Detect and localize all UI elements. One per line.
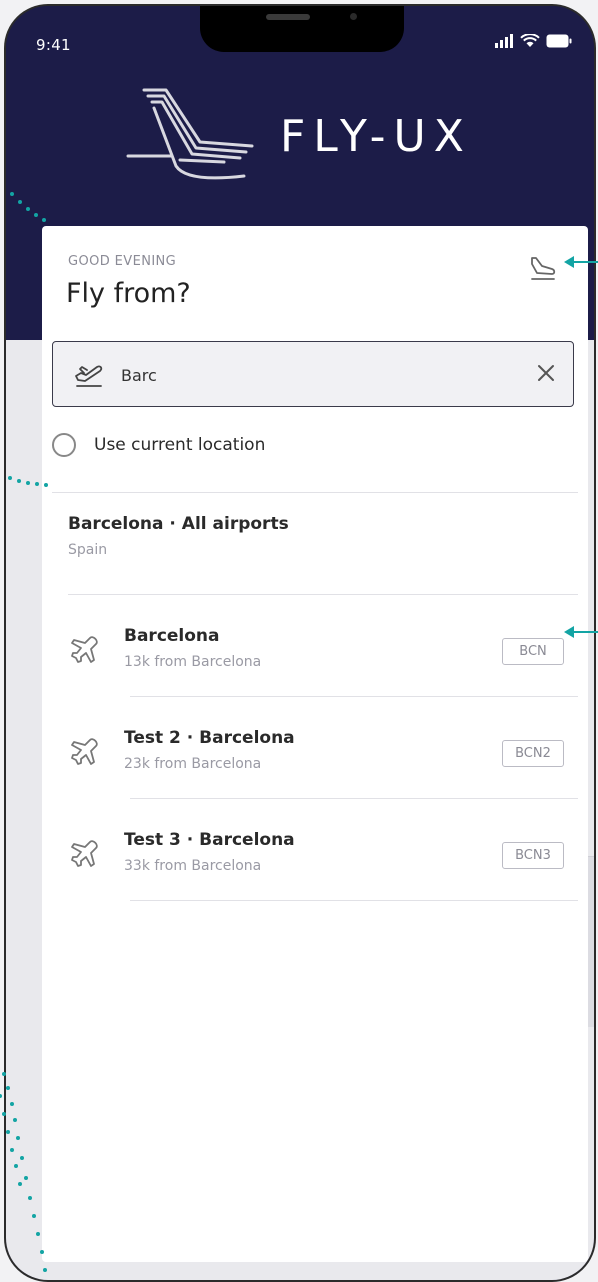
camera [350, 13, 357, 20]
signal-icon [495, 34, 513, 48]
airport-item[interactable]: Barcelona 13k from Barcelona BCN [42, 608, 588, 696]
airport-item[interactable]: Test 3 · Barcelona 33k from Barcelona BC… [42, 812, 588, 900]
airport-item[interactable]: Test 2 · Barcelona 23k from Barcelona BC… [42, 710, 588, 798]
search-field[interactable] [52, 341, 574, 407]
divider [52, 492, 578, 493]
notch [200, 6, 404, 52]
status-icons [494, 34, 572, 48]
divider [130, 798, 578, 799]
plane-takeoff-icon [75, 365, 103, 387]
annotation-arrow-icon [564, 626, 598, 638]
speaker [266, 14, 310, 20]
brand-name: FLY-UX [280, 110, 472, 162]
use-current-location-option[interactable]: Use current location [52, 433, 265, 457]
annotation-dots-middle [8, 476, 48, 487]
airport-name: Barcelona [124, 626, 220, 646]
airport-distance: 33k from Barcelona [124, 858, 262, 874]
airport-distance: 23k from Barcelona [124, 756, 262, 772]
search-card: GOOD EVENING Fly from? Barc Use current … [42, 226, 588, 1262]
annotation-arrow-icon [564, 256, 598, 268]
airport-code-badge: BCN2 [502, 740, 564, 767]
use-current-location-label: Use current location [94, 435, 266, 455]
country-name: Spain [68, 542, 108, 558]
airport-distance: 13k from Barcelona [124, 654, 262, 670]
greeting-text: GOOD EVENING [68, 254, 177, 269]
airplane-tail-logo-icon [126, 88, 254, 180]
annotation-dots-top [10, 192, 46, 222]
phone-frame: 9:41 FLY-UX GOOD EVENING Fly from? Barc … [6, 6, 594, 1280]
wifi-icon [520, 34, 540, 47]
airplane-icon [71, 738, 98, 765]
airport-code-badge: BCN [502, 638, 564, 665]
divider [130, 900, 578, 901]
airplane-icon [71, 636, 98, 663]
landing-toggle-button[interactable] [526, 252, 560, 286]
city-name: Barcelona · All airports [68, 514, 289, 534]
search-input[interactable] [119, 356, 503, 394]
airplane-icon [71, 840, 98, 867]
close-icon[interactable] [533, 360, 559, 386]
location-radio[interactable] [52, 433, 76, 457]
annotation-dots-bottom [0, 1072, 47, 1272]
airport-name: Test 2 · Barcelona [124, 728, 295, 748]
airport-name: Test 3 · Barcelona [124, 830, 295, 850]
brand-logo: FLY-UX [124, 86, 472, 186]
page-title: Fly from? [66, 278, 191, 309]
divider [130, 696, 578, 697]
divider [68, 594, 578, 595]
plane-landing-icon [531, 257, 556, 280]
city-all-airports-item[interactable]: Barcelona · All airports Spain [68, 514, 289, 558]
airport-code-badge: BCN3 [502, 842, 564, 869]
battery-icon [546, 34, 572, 48]
status-time: 9:41 [36, 36, 71, 54]
